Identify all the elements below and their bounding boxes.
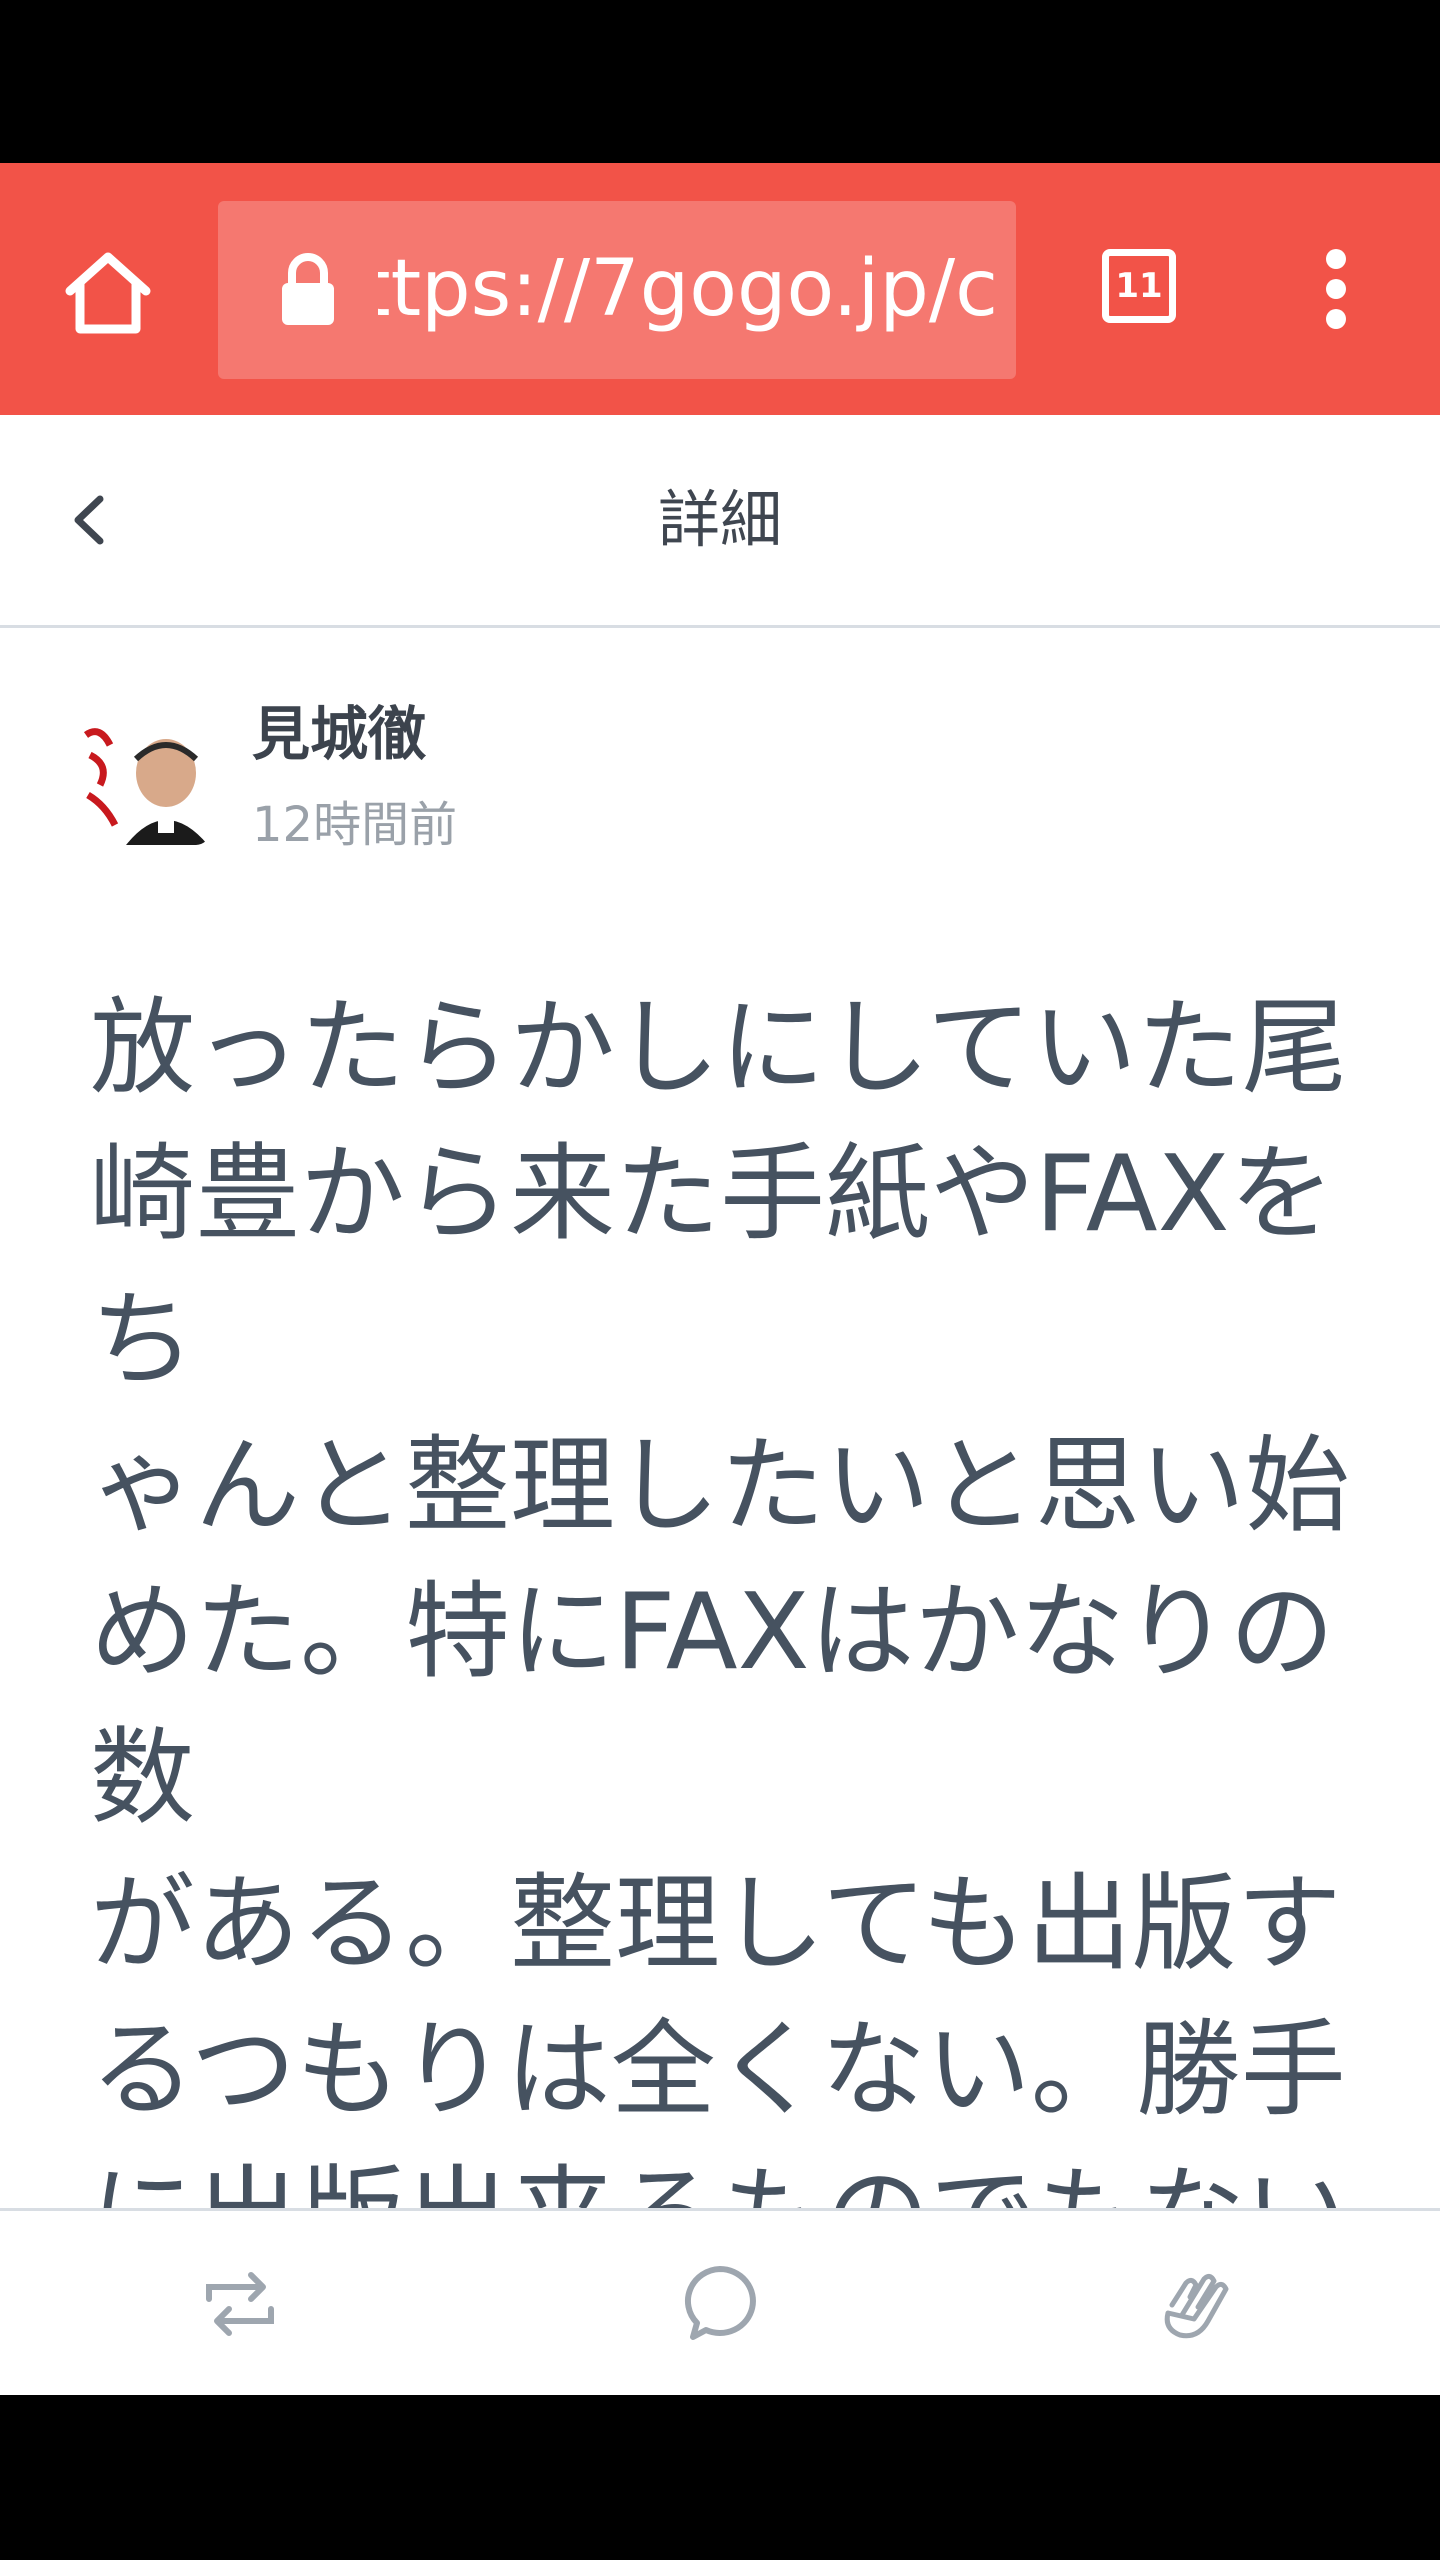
- nav-header: 詳細: [0, 415, 1440, 628]
- comment-icon[interactable]: [675, 2259, 765, 2349]
- post-line: ゃんと整理したいと思い始: [90, 1425, 1351, 1547]
- post-line: 放ったらかしにしていた尾: [90, 987, 1347, 1109]
- system-nav-bar: [0, 2395, 1440, 2560]
- post-line: がある。整理しても出版す: [90, 1863, 1342, 1985]
- page-title: 詳細: [657, 483, 782, 556]
- avatar[interactable]: [80, 715, 210, 845]
- clap-icon[interactable]: [1152, 2259, 1242, 2349]
- lock-icon: [278, 249, 338, 329]
- tabs-button[interactable]: 11: [1102, 249, 1176, 323]
- repost-icon[interactable]: [195, 2259, 285, 2349]
- overflow-menu-icon[interactable]: [1316, 249, 1356, 329]
- post-line: 崎豊から来た手紙やFAXをち: [90, 1133, 1335, 1401]
- post-timestamp: 12時間前: [252, 797, 458, 853]
- action-bar: [0, 2208, 1440, 2398]
- post-line: めた。特にFAXはかなりの数: [90, 1571, 1335, 1839]
- post-line: るつもりは全くない。勝手: [90, 2009, 1346, 2131]
- chevron-left-icon[interactable]: [60, 485, 120, 555]
- browser-toolbar: https://7gogo.jp/c 11: [0, 163, 1440, 415]
- author-name[interactable]: 見城徹: [252, 687, 426, 771]
- url-text: https://7gogo.jp/c: [378, 244, 998, 334]
- status-bar: [0, 0, 1440, 163]
- page-content: 詳細 見城徹 12時間前 放ったらかしにしていた尾 崎豊から来た手紙やFAXをち…: [0, 415, 1440, 2423]
- url-bar[interactable]: https://7gogo.jp/c: [218, 201, 1016, 379]
- home-icon[interactable]: [58, 243, 158, 343]
